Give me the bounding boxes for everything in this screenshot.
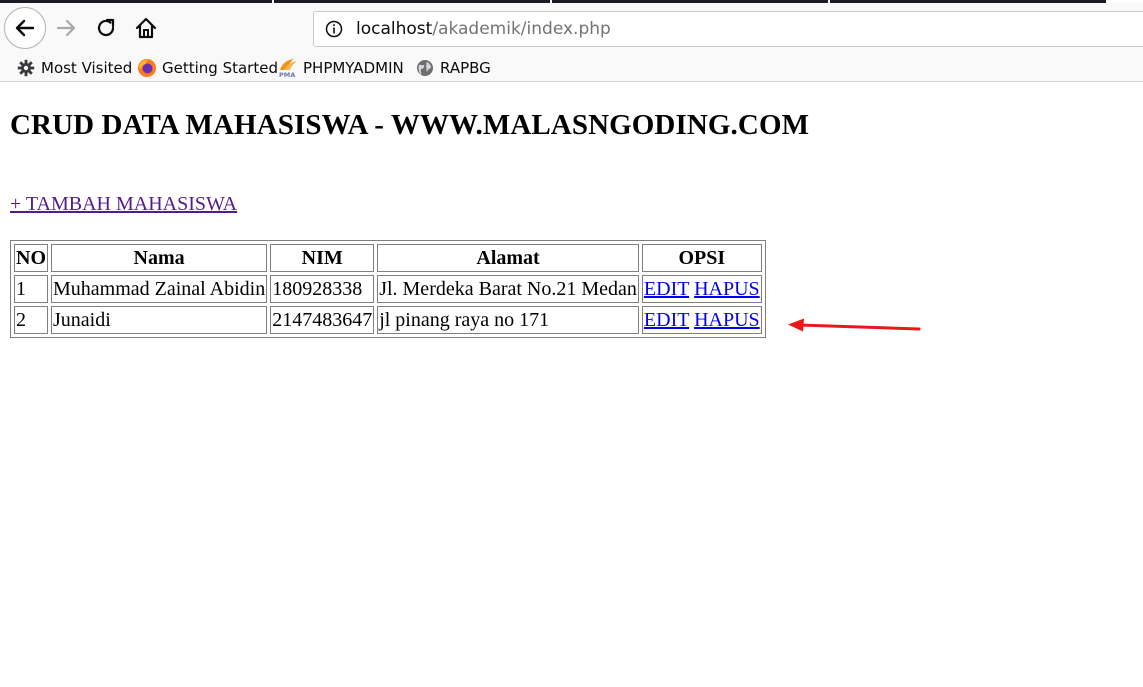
cell-nim: 180928338 — [270, 275, 375, 303]
bookmark-label: Getting Started — [162, 58, 278, 77]
home-icon — [135, 17, 157, 39]
delete-link[interactable]: HAPUS — [694, 309, 760, 331]
home-button[interactable] — [130, 12, 162, 44]
phpmyadmin-icon: PMA — [278, 58, 298, 78]
edit-link[interactable]: EDIT — [644, 309, 689, 331]
firefox-icon — [137, 58, 157, 78]
gear-icon — [16, 58, 36, 78]
table-header-row: NO Nama NIM Alamat OPSI — [14, 244, 762, 272]
cell-alamat: jl pinang raya no 171 — [377, 306, 639, 334]
url-path: /akademik/index.php — [432, 19, 611, 39]
page-title: CRUD DATA MAHASISWA - WWW.MALASNGODING.C… — [10, 109, 810, 141]
column-header-nama: Nama — [51, 244, 268, 272]
cell-opsi: EDIT HAPUS — [641, 275, 762, 303]
arrow-right-icon — [56, 19, 76, 37]
arrow-left-icon — [15, 19, 35, 37]
reload-icon — [97, 18, 115, 37]
cell-nim: 2147483647 — [270, 306, 375, 334]
student-table: NO Nama NIM Alamat OPSI 1 Muhammad Zaina… — [10, 240, 766, 338]
bookmark-phpmyadmin[interactable]: PMA PHPMYADMIN — [278, 53, 404, 82]
cell-alamat: Jl. Merdeka Barat No.21 Medan — [377, 275, 639, 303]
bookmark-rapbg[interactable]: RAPBG — [415, 53, 491, 82]
cell-nama: Junaidi — [51, 306, 268, 334]
bookmarks-toolbar: Most Visited Getting Started PMA PHPMYAD… — [0, 53, 1143, 82]
back-button[interactable] — [4, 7, 46, 49]
globe-icon — [415, 58, 435, 78]
url-text: localhost/akademik/index.php — [356, 19, 611, 39]
info-icon[interactable] — [324, 19, 344, 39]
url-host: localhost — [356, 19, 433, 39]
table-row: 1 Muhammad Zainal Abidin 180928338 Jl. M… — [14, 275, 762, 303]
reload-button[interactable] — [90, 12, 122, 44]
cell-nama: Muhammad Zainal Abidin — [51, 275, 268, 303]
cell-no: 1 — [14, 275, 48, 303]
column-header-opsi: OPSI — [641, 244, 762, 272]
cell-opsi: EDIT HAPUS — [641, 306, 762, 334]
annotation-arrow-icon — [788, 318, 921, 332]
bookmark-most-visited[interactable]: Most Visited — [16, 53, 132, 82]
svg-text:PMA: PMA — [279, 71, 295, 78]
bookmark-getting-started[interactable]: Getting Started — [137, 53, 278, 82]
bookmark-label: RAPBG — [440, 58, 491, 77]
column-header-alamat: Alamat — [377, 244, 639, 272]
add-student-link[interactable]: + TAMBAH MAHASISWA — [10, 193, 237, 216]
column-header-nim: NIM — [270, 244, 375, 272]
bookmark-label: Most Visited — [41, 58, 133, 77]
table-row: 2 Junaidi 2147483647 jl pinang raya no 1… — [14, 306, 762, 334]
forward-button[interactable] — [50, 12, 82, 44]
bookmark-label: PHPMYADMIN — [303, 58, 404, 77]
navigation-toolbar: localhost/akademik/index.php — [0, 3, 1143, 53]
column-header-no: NO — [14, 244, 48, 272]
cell-no: 2 — [14, 306, 48, 334]
delete-link[interactable]: HAPUS — [694, 278, 760, 300]
address-bar[interactable]: localhost/akademik/index.php — [313, 11, 1143, 47]
edit-link[interactable]: EDIT — [644, 278, 689, 300]
